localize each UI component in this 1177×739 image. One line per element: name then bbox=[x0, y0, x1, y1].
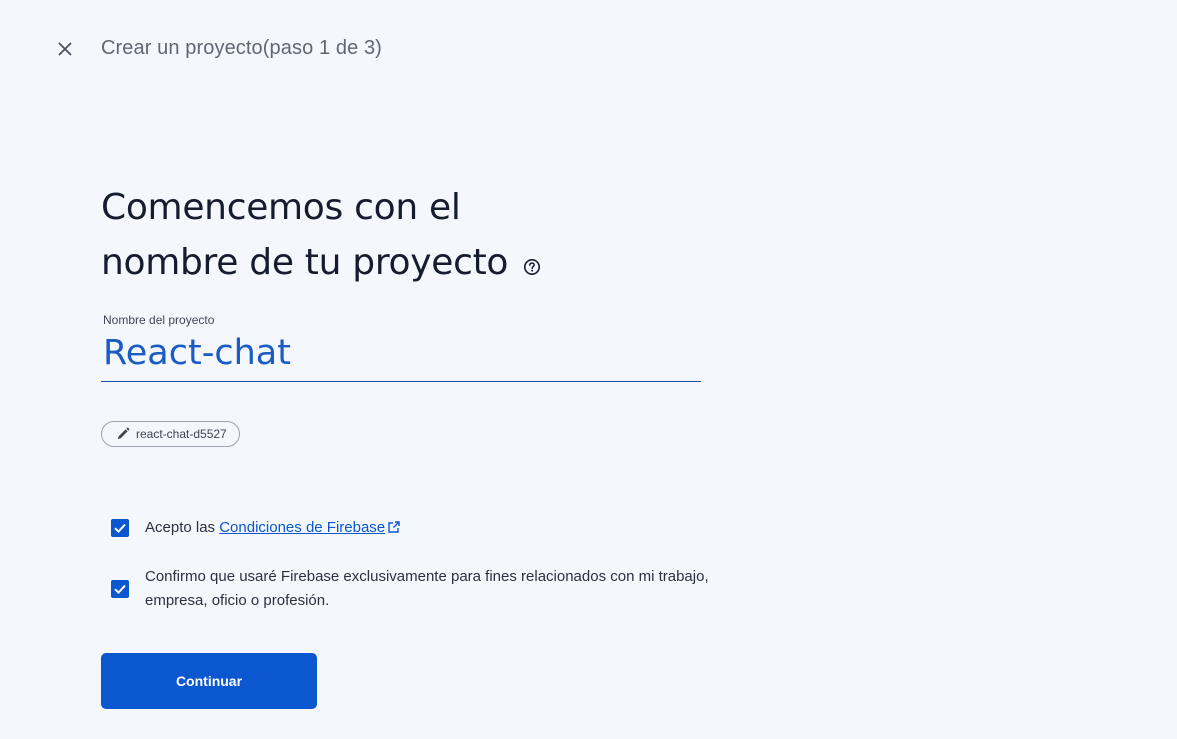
project-name-input[interactable] bbox=[101, 327, 701, 382]
usage-check-row: Confirmo que usaré Firebase exclusivamen… bbox=[111, 565, 771, 613]
project-id-chip[interactable]: react-chat-d5527 bbox=[101, 421, 240, 447]
headline-line-2: nombre de tu proyecto bbox=[101, 242, 509, 283]
help-circle-icon[interactable] bbox=[523, 237, 541, 292]
continue-button[interactable]: Continuar bbox=[101, 653, 317, 709]
page-headline: Comencemos con el nombre de tu proyecto bbox=[101, 180, 801, 292]
project-name-label: Nombre del proyecto bbox=[103, 313, 215, 327]
terms-prefix: Acepto las bbox=[145, 519, 220, 536]
main-content: Comencemos con el nombre de tu proyecto … bbox=[101, 180, 801, 709]
checkmark-icon bbox=[114, 523, 126, 534]
project-id-text: react-chat-d5527 bbox=[136, 427, 227, 441]
checkmark-icon bbox=[114, 584, 126, 595]
terms-text: Acepto las Condiciones de Firebase bbox=[145, 516, 401, 542]
close-button[interactable] bbox=[50, 34, 80, 64]
pencil-icon bbox=[116, 427, 130, 441]
usage-text: Confirmo que usaré Firebase exclusivamen… bbox=[145, 568, 709, 609]
project-name-field: Nombre del proyecto bbox=[101, 313, 701, 382]
top-bar: Crear un proyecto(paso 1 de 3) bbox=[0, 0, 1177, 100]
headline-line-1: Comencemos con el bbox=[101, 187, 461, 228]
usage-checkbox[interactable] bbox=[111, 580, 129, 598]
terms-link[interactable]: Condiciones de Firebase bbox=[219, 519, 385, 536]
terms-link-label: Condiciones de Firebase bbox=[219, 519, 386, 536]
external-link-icon[interactable] bbox=[387, 518, 401, 542]
terms-checkbox[interactable] bbox=[111, 519, 129, 537]
terms-check-row: Acepto las Condiciones de Firebase bbox=[111, 516, 401, 542]
close-icon bbox=[58, 42, 72, 56]
page-step-title: Crear un proyecto(paso 1 de 3) bbox=[101, 37, 382, 59]
